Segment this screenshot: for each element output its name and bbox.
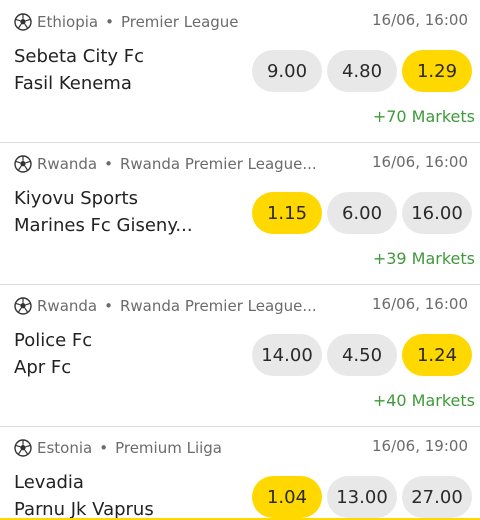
league-label: Rwanda Premier League...: [119, 155, 317, 173]
home-team: Sebeta City Fc: [14, 46, 145, 67]
match-row[interactable]: Rwanda • Rwanda Premier League... 16/06,…: [0, 284, 480, 426]
away-team: Marines Fc Giseny...: [14, 215, 193, 236]
match-row[interactable]: Rwanda • Rwanda Premier League... 16/06,…: [0, 142, 480, 284]
soccer-ball-icon: [14, 13, 32, 31]
odd-home-button[interactable]: 1.15: [252, 192, 322, 234]
match-row[interactable]: Ethiopia • Premier League 16/06, 16:00 S…: [0, 0, 480, 142]
country-label: Rwanda: [37, 155, 98, 173]
country-label: Estonia: [37, 439, 93, 457]
league-label: Premier League: [120, 13, 239, 31]
league-label: Premium Liiga: [115, 439, 222, 457]
home-team: Police Fc: [14, 330, 93, 351]
match-datetime: 16/06, 16:00: [372, 11, 468, 29]
away-team: Fasil Kenema: [14, 73, 132, 94]
match-meta: Ethiopia • Premier League: [14, 12, 239, 32]
meta-separator: •: [104, 155, 113, 173]
match-meta: Rwanda • Rwanda Premier League...: [14, 296, 317, 316]
odd-draw-button[interactable]: 4.50: [327, 334, 397, 376]
odd-draw-button[interactable]: 6.00: [327, 192, 397, 234]
more-markets-link[interactable]: +40 Markets: [373, 391, 475, 410]
match-datetime: 16/06, 19:00: [372, 437, 468, 455]
odd-draw-button[interactable]: 13.00: [327, 476, 397, 518]
meta-separator: •: [104, 297, 113, 315]
soccer-ball-icon: [14, 155, 32, 173]
odds-group: 9.00 4.80 1.29: [252, 50, 472, 92]
country-label: Rwanda: [37, 297, 98, 315]
match-datetime: 16/06, 16:00: [372, 295, 468, 313]
meta-separator: •: [105, 13, 114, 31]
match-meta: Estonia • Premium Liiga: [14, 438, 222, 458]
odd-away-button[interactable]: 16.00: [402, 192, 472, 234]
soccer-ball-icon: [14, 297, 32, 315]
odd-home-button[interactable]: 14.00: [252, 334, 322, 376]
match-meta: Rwanda • Rwanda Premier League...: [14, 154, 317, 174]
soccer-ball-icon: [14, 439, 32, 457]
odd-home-button[interactable]: 9.00: [252, 50, 322, 92]
match-row[interactable]: Estonia • Premium Liiga 16/06, 19:00 Lev…: [0, 426, 480, 520]
odds-group: 1.04 13.00 27.00: [252, 476, 472, 518]
odd-away-button[interactable]: 27.00: [402, 476, 472, 518]
league-label: Rwanda Premier League...: [119, 297, 317, 315]
home-team: Kiyovu Sports: [14, 188, 138, 209]
away-team: Parnu Jk Vaprus: [14, 499, 154, 520]
odds-group: 1.15 6.00 16.00: [252, 192, 472, 234]
odd-draw-button[interactable]: 4.80: [327, 50, 397, 92]
odds-group: 14.00 4.50 1.24: [252, 334, 472, 376]
more-markets-link[interactable]: +39 Markets: [373, 249, 475, 268]
match-datetime: 16/06, 16:00: [372, 153, 468, 171]
meta-separator: •: [99, 439, 109, 457]
odd-home-button[interactable]: 1.04: [252, 476, 322, 518]
odd-away-button[interactable]: 1.24: [402, 334, 472, 376]
more-markets-link[interactable]: +70 Markets: [373, 107, 475, 126]
country-label: Ethiopia: [37, 13, 99, 31]
away-team: Apr Fc: [14, 357, 72, 378]
home-team: Levadia: [14, 472, 84, 493]
odd-away-button[interactable]: 1.29: [402, 50, 472, 92]
